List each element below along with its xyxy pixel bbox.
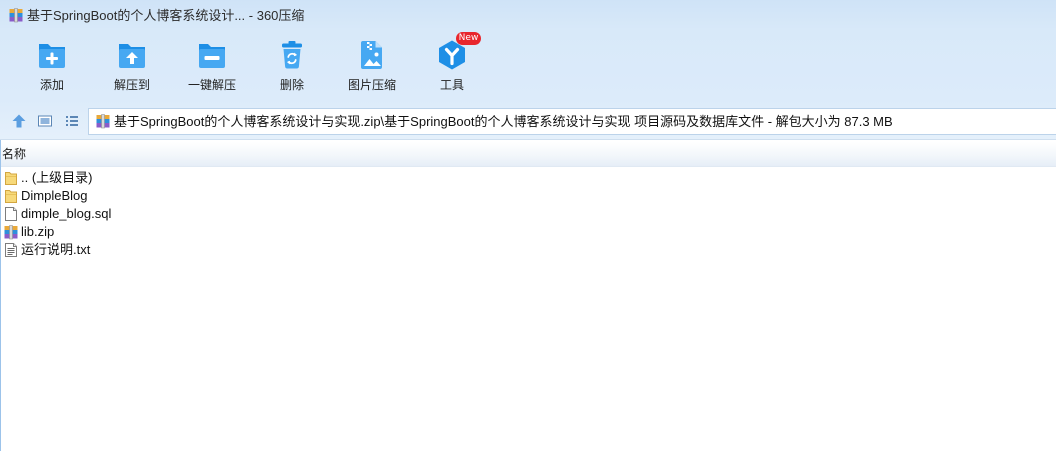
extract-to-button[interactable]: 解压到 [96,38,168,94]
window-header: 基于SpringBoot的个人博客系统设计... - 360压缩 添加 解压到 [0,0,1056,140]
list-item-parent-directory[interactable]: .. (上级目录) [0,169,400,187]
add-button-label: 添加 [39,78,64,92]
list-item-name: lib.zip [21,224,55,239]
zip-archive-icon [96,114,110,129]
navigation-bar: 基于SpringBoot的个人博客系统设计与实现.zip\基于SpringBoo… [0,104,1056,140]
list-item-dimpleblog[interactable]: DimpleBlog [0,187,400,205]
add-button[interactable]: 添加 [16,38,88,94]
image-compress-button-label: 图片压缩 [347,78,396,92]
file-icon [5,207,17,221]
zip-archive-icon [9,8,23,23]
image-compress-button[interactable]: 图片压缩 [336,38,408,94]
folder-icon [5,190,17,203]
list-item-name: .. (上级目录) [21,170,93,185]
detail-view-icon[interactable] [37,113,53,129]
zip-archive-icon [4,225,18,240]
extract-to-icon [119,44,145,68]
file-list: .. (上级目录) DimpleBlog dimple_blog.sql lib… [0,169,1056,451]
text-file-icon [5,243,17,257]
folder-icon [5,172,17,185]
one-click-extract-button-label: 一键解压 [187,78,236,92]
list-item-sql-file[interactable]: dimple_blog.sql [0,205,400,223]
title-bar: 基于SpringBoot的个人博客系统设计... - 360压缩 [0,0,1056,30]
one-click-extract-button[interactable]: 一键解压 [176,38,248,94]
new-badge: New [456,32,481,45]
list-view-icon[interactable] [64,113,80,129]
one-click-extract-icon [199,44,225,68]
trash-icon [282,41,302,69]
list-item-name: DimpleBlog [21,188,88,203]
column-header-name[interactable]: 名称 [2,142,26,166]
address-path: 基于SpringBoot的个人博客系统设计与实现.zip\基于SpringBoo… [114,114,893,129]
image-compress-icon [361,41,382,69]
list-item-name: 运行说明.txt [21,242,91,257]
column-header: 名称 [0,142,1056,167]
tools-button-label: 工具 [439,78,464,92]
delete-button-label: 删除 [279,78,304,92]
window-border [0,140,1,451]
list-item-text-file[interactable]: 运行说明.txt [0,241,400,259]
delete-button[interactable]: 删除 [256,38,328,94]
tools-button[interactable]: New 工具 [416,32,488,94]
list-item-zip-file[interactable]: lib.zip [0,223,400,241]
add-folder-icon [39,44,65,68]
divider [0,139,1056,140]
list-item-name: dimple_blog.sql [21,206,112,221]
address-bar[interactable]: 基于SpringBoot的个人博客系统设计与实现.zip\基于SpringBoo… [88,108,1056,135]
extract-to-button-label: 解压到 [113,78,150,92]
up-arrow-icon[interactable] [11,113,27,129]
window-title: 基于SpringBoot的个人博客系统设计... - 360压缩 [27,8,305,23]
toolbar: 添加 解压到 一键解压 删除 图片压缩 New 工具 [0,30,1056,104]
